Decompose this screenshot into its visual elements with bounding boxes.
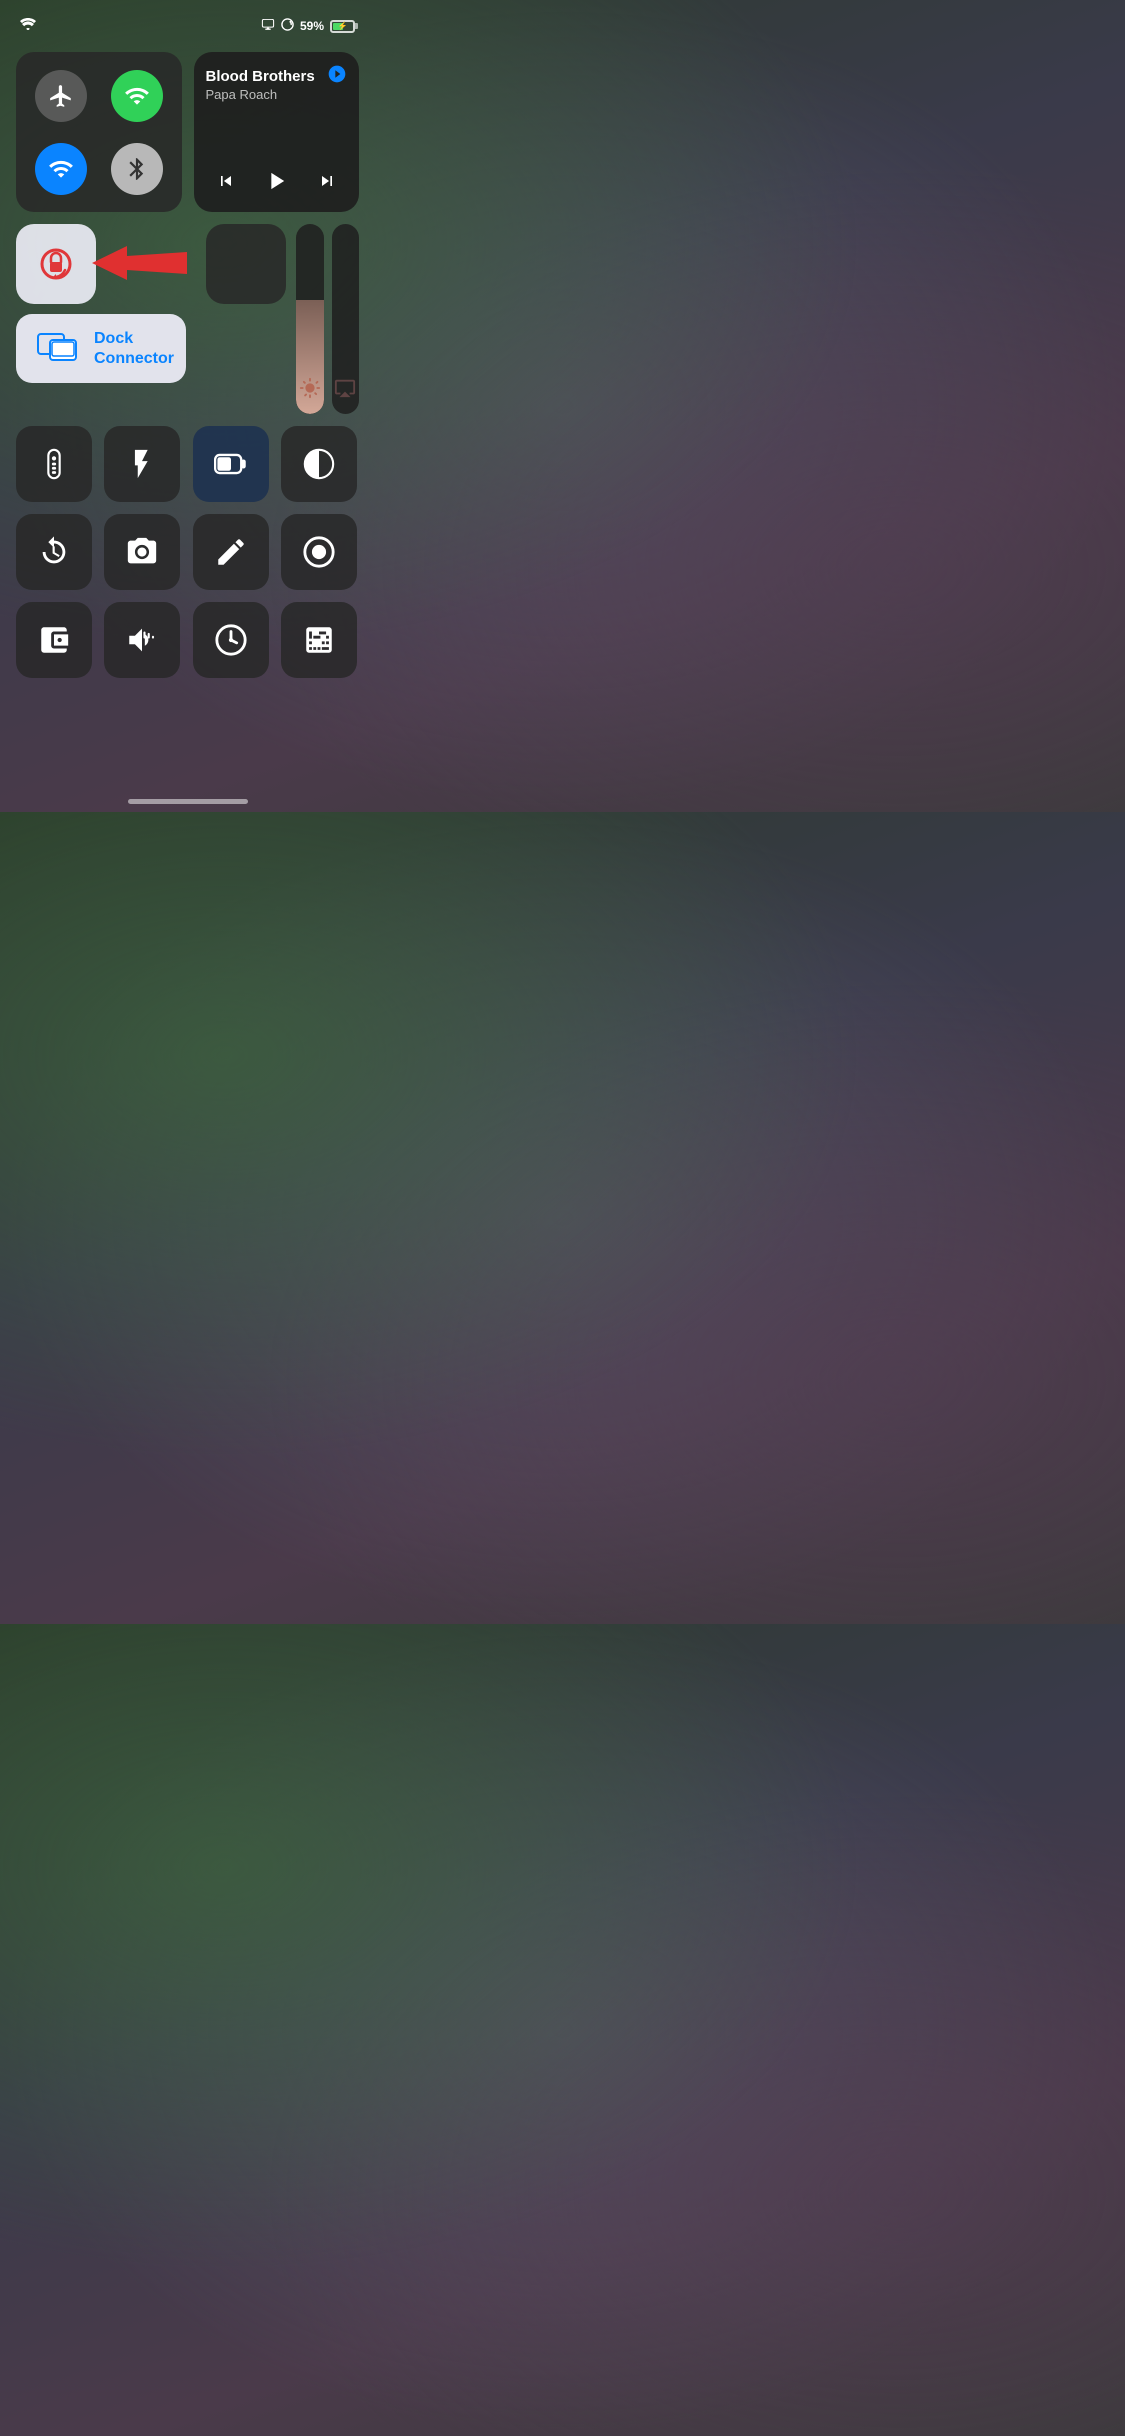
status-right: 59% ⚡: [261, 18, 355, 34]
brightness-slider[interactable]: [296, 224, 324, 414]
icon-grid-row2: [16, 514, 359, 590]
portrait-lock-button[interactable]: [16, 224, 96, 304]
sound-recognition-button[interactable]: [104, 602, 180, 678]
music-info: Blood Brothers Papa Roach: [206, 64, 348, 102]
control-center: Blood Brothers Papa Roach: [0, 44, 375, 686]
screen-record-button[interactable]: [281, 514, 357, 590]
timer-button[interactable]: [16, 514, 92, 590]
icon-grid-row3: [16, 602, 359, 678]
dock-connector-label: Dock Connector: [94, 329, 174, 367]
edit-button[interactable]: [193, 514, 269, 590]
wifi-button[interactable]: [35, 143, 87, 195]
remote-button[interactable]: [16, 426, 92, 502]
do-not-disturb-button[interactable]: [206, 224, 286, 304]
dock-connector-icon: [36, 328, 80, 369]
status-bar: 59% ⚡: [0, 0, 375, 44]
dark-mode-button[interactable]: [281, 426, 357, 502]
brightness-icon: [299, 377, 321, 404]
wifi-status-icon: [20, 17, 36, 35]
airplay-volume-icon: [334, 377, 356, 404]
connectivity-panel[interactable]: [16, 52, 182, 212]
status-left: [20, 17, 36, 35]
low-power-button[interactable]: [193, 426, 269, 502]
volume-slider[interactable]: [332, 224, 360, 414]
next-button[interactable]: [315, 171, 339, 196]
music-player-panel[interactable]: Blood Brothers Papa Roach: [194, 52, 360, 212]
battery-percent-label: 59%: [300, 19, 324, 33]
dock-connector-tooltip[interactable]: Dock Connector: [16, 314, 186, 383]
icon-grid-row1: [16, 426, 359, 502]
wallet-button[interactable]: [16, 602, 92, 678]
second-row: Dock Connector: [16, 224, 359, 414]
flashlight-button[interactable]: [104, 426, 180, 502]
cellular-button[interactable]: [111, 70, 163, 122]
screen-mirroring-icon: [261, 19, 275, 34]
music-airplay-button[interactable]: [327, 64, 347, 89]
middle-column: [196, 224, 286, 304]
top-row: Blood Brothers Papa Roach: [16, 52, 359, 212]
clock-button[interactable]: [193, 602, 269, 678]
bluetooth-button[interactable]: [111, 143, 163, 195]
music-controls: [206, 167, 348, 200]
orientation-lock-status-icon: [281, 18, 294, 34]
home-indicator: [128, 799, 248, 804]
sliders-column: [296, 224, 359, 414]
previous-button[interactable]: [214, 171, 238, 196]
music-title: Blood Brothers: [206, 68, 348, 85]
airplane-mode-button[interactable]: [35, 70, 87, 122]
calculator-button[interactable]: [281, 602, 357, 678]
battery-icon: ⚡: [330, 20, 355, 33]
camera-button[interactable]: [104, 514, 180, 590]
red-arrow-annotation: [92, 238, 192, 293]
play-button[interactable]: [262, 167, 290, 200]
music-artist: Papa Roach: [206, 87, 348, 102]
